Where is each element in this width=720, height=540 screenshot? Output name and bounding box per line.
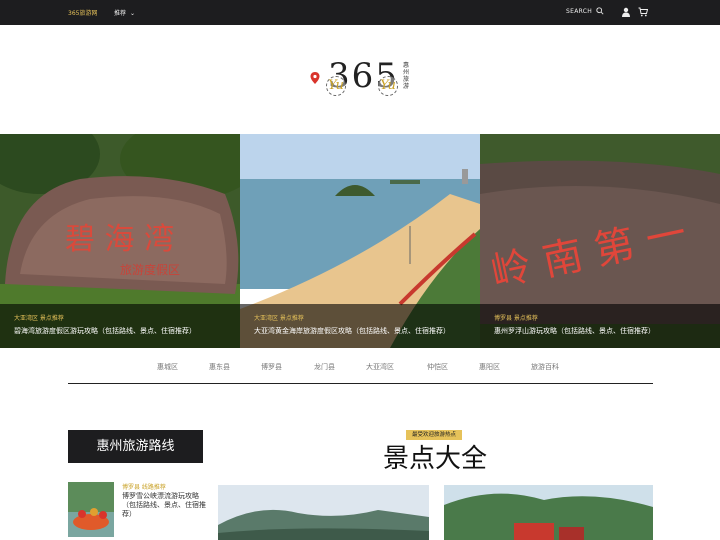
attraction-card[interactable] bbox=[218, 485, 429, 540]
route-tag[interactable]: 博罗县 线路推荐 bbox=[122, 482, 166, 491]
attraction-image bbox=[218, 485, 429, 540]
logo-yu-circle: Yu bbox=[378, 76, 398, 96]
hero-category[interactable]: 博罗县 景点推荐 bbox=[494, 313, 538, 322]
category-link[interactable]: 博罗县 bbox=[261, 362, 282, 372]
attraction-card[interactable] bbox=[444, 485, 653, 540]
category-link[interactable]: 惠城区 bbox=[157, 362, 178, 372]
category-nav: 惠城区 惠东县 博罗县 龙门县 大亚湾区 仲恺区 惠阳区 旅游百科 bbox=[68, 360, 653, 384]
svg-text:碧 海 湾: 碧 海 湾 bbox=[65, 222, 174, 257]
route-thumbnail bbox=[68, 482, 114, 537]
hero-title[interactable]: 大亚湾黄金海岸旅游度假区攻略（包括路线、景点、住宿推荐） bbox=[254, 326, 450, 336]
hero-slider: 碧 海 湾 旅游度假区 大亚湾区 景点推荐 碧海湾旅游度假区游玩攻略（包括路线、… bbox=[0, 134, 720, 348]
hero-caption: 大亚湾区 景点推荐 碧海湾旅游度假区游玩攻略（包括路线、景点、住宿推荐） bbox=[0, 304, 240, 348]
category-link[interactable]: 旅游百科 bbox=[531, 362, 559, 372]
nav-recommend-label: 推荐 bbox=[114, 10, 127, 17]
logo-yu-circle: Yu bbox=[326, 76, 346, 96]
cart-icon[interactable] bbox=[638, 7, 648, 17]
nav-recommend-menu[interactable]: 推荐 ⌄ bbox=[114, 8, 135, 17]
hero-slide[interactable]: 大亚湾区 景点推荐 大亚湾黄金海岸旅游度假区攻略（包括路线、景点、住宿推荐） bbox=[240, 134, 480, 348]
hero-slide[interactable]: 碧 海 湾 旅游度假区 大亚湾区 景点推荐 碧海湾旅游度假区游玩攻略（包括路线、… bbox=[0, 134, 240, 348]
category-link[interactable]: 惠阳区 bbox=[479, 362, 500, 372]
hero-title[interactable]: 惠州罗浮山游玩攻略（包括路线、景点、住宿推荐） bbox=[494, 326, 655, 336]
search-icon[interactable] bbox=[596, 7, 604, 15]
attraction-image bbox=[444, 485, 653, 540]
logo-side-text: 惠州旅游 bbox=[403, 62, 410, 90]
category-link[interactable]: 大亚湾区 bbox=[366, 362, 394, 372]
hero-category[interactable]: 大亚湾区 景点推荐 bbox=[14, 313, 64, 322]
section-title: 景点大全 bbox=[382, 444, 487, 474]
hero-caption: 博罗县 景点推荐 惠州罗浮山游玩攻略（包括路线、景点、住宿推荐） bbox=[480, 304, 720, 348]
category-link[interactable]: 惠东县 bbox=[209, 362, 230, 372]
hero-category[interactable]: 大亚湾区 景点推荐 bbox=[254, 313, 304, 322]
user-icon[interactable] bbox=[621, 7, 631, 17]
site-logo[interactable]: 365 Yu Yu 惠州旅游 bbox=[308, 56, 418, 102]
route-item[interactable]: 博罗县 线路推荐 博罗雪公峡漂流游玩攻略（包括路线、景点、住宿推荐） bbox=[68, 482, 208, 537]
top-bar: 365旅游网 推荐 ⌄ SEARCH bbox=[0, 0, 720, 25]
svg-text:旅游度假区: 旅游度假区 bbox=[120, 262, 180, 277]
site-brand-link[interactable]: 365旅游网 bbox=[68, 8, 97, 17]
category-link[interactable]: 仲恺区 bbox=[427, 362, 448, 372]
category-link[interactable]: 龙门县 bbox=[314, 362, 335, 372]
route-title[interactable]: 博罗雪公峡漂流游玩攻略（包括路线、景点、住宿推荐） bbox=[122, 492, 208, 519]
hero-caption: 大亚湾区 景点推荐 大亚湾黄金海岸旅游度假区攻略（包括路线、景点、住宿推荐） bbox=[240, 304, 480, 348]
chevron-down-icon: ⌄ bbox=[130, 10, 136, 17]
search-link[interactable]: SEARCH bbox=[566, 8, 592, 15]
routes-section-title: 惠州旅游路线 bbox=[68, 430, 203, 463]
hero-slide[interactable]: 岭 南 第 一 博罗县 景点推荐 惠州罗浮山游玩攻略（包括路线、景点、住宿推荐） bbox=[480, 134, 720, 348]
location-pin-icon bbox=[310, 72, 320, 84]
hero-title[interactable]: 碧海湾旅游度假区游玩攻略（包括路线、景点、住宿推荐） bbox=[14, 326, 196, 336]
